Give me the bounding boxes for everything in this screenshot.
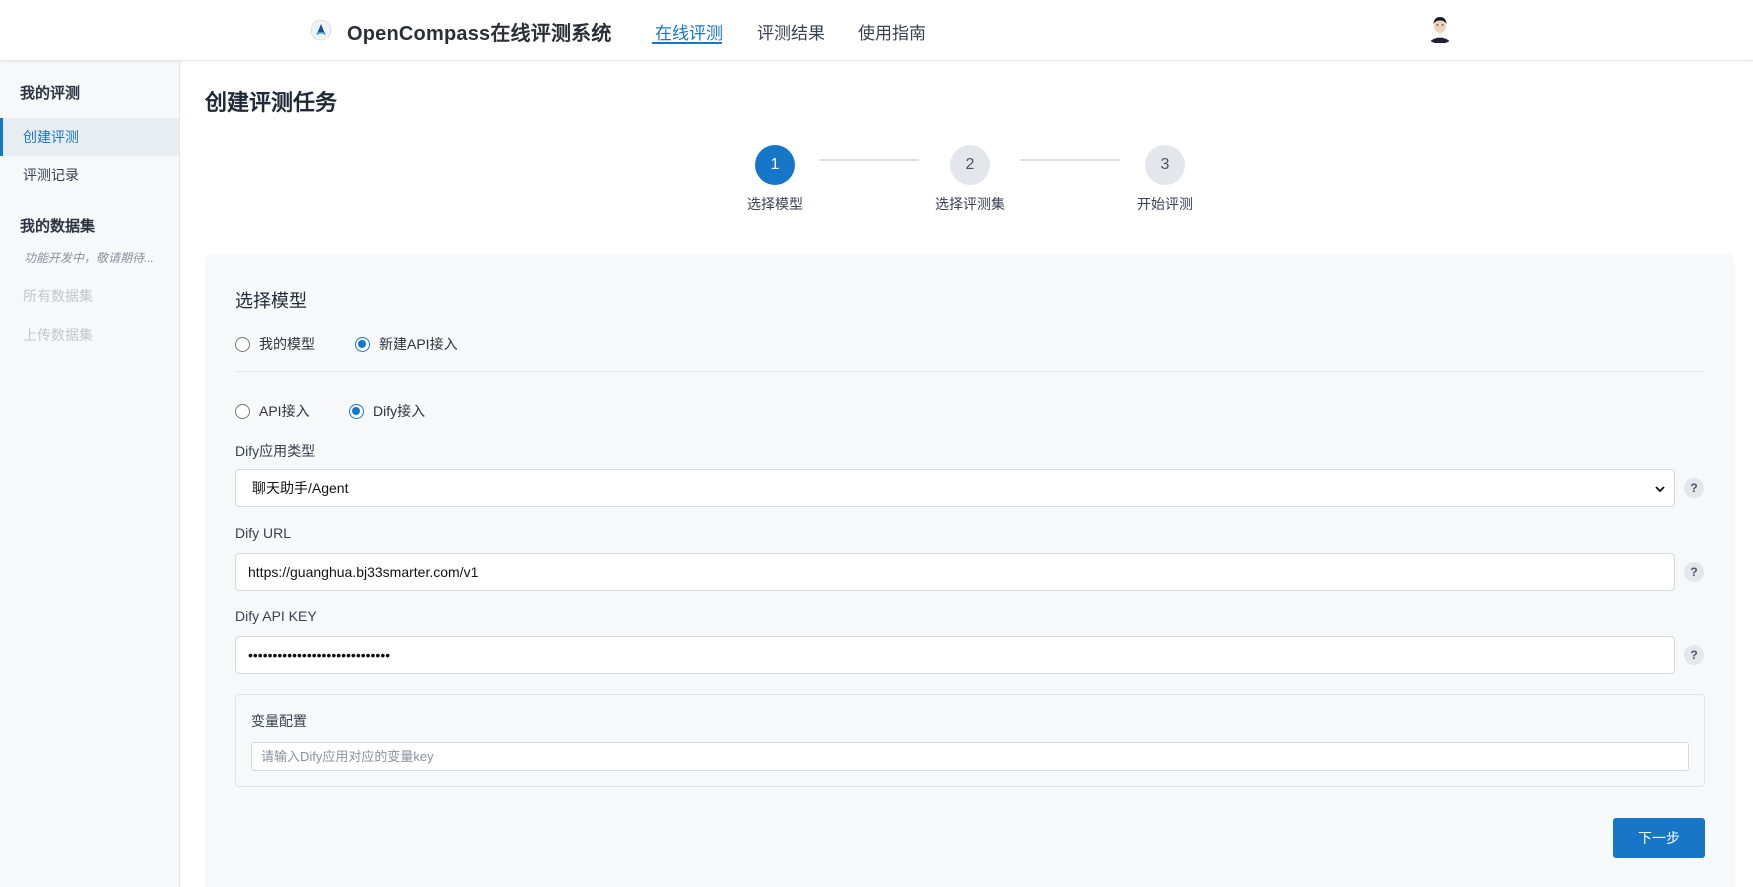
step-connector <box>1020 159 1120 161</box>
radio-button[interactable] <box>235 336 250 352</box>
step-3-label: 开始评测 <box>1137 196 1193 212</box>
dify-url-value: https://guanghua.bj33smarter.com/v1 <box>248 564 479 580</box>
nav-active-underline <box>652 42 722 44</box>
user-avatar-icon[interactable] <box>1424 12 1456 44</box>
sidebar-dev-note: 功能开发中，敬请期待... <box>24 251 155 265</box>
dify-key-input[interactable]: ••••••••••••••••••••••••••••• <box>235 636 1675 674</box>
nav-user-guide[interactable]: 使用指南 <box>858 19 926 44</box>
radio-api-access[interactable]: API接入 <box>235 401 310 421</box>
radio-button[interactable] <box>235 403 250 419</box>
dify-url-input[interactable]: https://guanghua.bj33smarter.com/v1 <box>235 553 1675 591</box>
radio-dify-access[interactable]: Dify接入 <box>349 401 425 421</box>
nav-eval-results[interactable]: 评测结果 <box>757 19 825 44</box>
card-title: 选择模型 <box>235 291 307 311</box>
radio-label: Dify接入 <box>373 403 426 419</box>
step-connector <box>819 159 919 161</box>
step-2-circle: 2 <box>950 145 990 185</box>
dify-type-label: Dify应用类型 <box>235 443 316 459</box>
help-icon[interactable]: ? <box>1684 562 1704 582</box>
sidebar: 我的评测 创建评测 评测记录 我的数据集 功能开发中，敬请期待... 所有数据集… <box>0 61 180 887</box>
step-2-label: 选择评测集 <box>935 196 1005 212</box>
sidebar-section-my-evals: 我的评测 <box>20 85 81 102</box>
dify-url-label: Dify URL <box>235 525 292 541</box>
sidebar-item-all-datasets: 所有数据集 <box>23 288 93 304</box>
sidebar-item-upload-dataset: 上传数据集 <box>23 327 93 343</box>
page-title: 创建评测任务 <box>205 90 338 115</box>
help-icon[interactable]: ? <box>1684 645 1704 665</box>
variable-config-title: 变量配置 <box>251 713 307 729</box>
radio-label: API接入 <box>259 403 310 419</box>
dify-type-value: 聊天助手/Agent <box>252 480 349 496</box>
chevron-down-icon <box>1655 486 1665 493</box>
variable-key-input[interactable]: 请输入Dify应用对应的变量key <box>251 742 1689 771</box>
sidebar-item-create-eval[interactable]: 创建评测 <box>0 118 179 156</box>
help-icon[interactable]: ? <box>1684 478 1704 498</box>
sidebar-section-my-datasets: 我的数据集 <box>20 218 96 235</box>
next-step-button[interactable]: 下一步 <box>1613 818 1705 858</box>
step-1-label: 选择模型 <box>747 196 803 212</box>
step-3-circle: 3 <box>1145 145 1185 185</box>
step-1-circle: 1 <box>755 145 795 185</box>
nav-online-eval[interactable]: 在线评测 <box>655 19 723 44</box>
variable-config-box <box>235 694 1705 787</box>
radio-new-api[interactable]: 新建API接入 <box>355 334 458 354</box>
radio-button-checked[interactable] <box>349 403 364 419</box>
top-header: OpenCompass在线评测系统 在线评测 评测结果 使用指南 <box>0 0 1753 61</box>
dify-key-label: Dify API KEY <box>235 608 317 624</box>
radio-button-checked[interactable] <box>355 336 370 352</box>
app-title[interactable]: OpenCompass在线评测系统 <box>347 17 612 46</box>
dify-key-value: ••••••••••••••••••••••••••••• <box>248 647 391 663</box>
radio-label: 我的模型 <box>259 336 315 352</box>
compass-logo-icon[interactable] <box>310 19 332 41</box>
sidebar-item-eval-records[interactable]: 评测记录 <box>0 156 179 194</box>
dify-type-select[interactable]: 聊天助手/Agent <box>235 469 1675 507</box>
divider <box>235 371 1705 372</box>
radio-my-model[interactable]: 我的模型 <box>235 334 315 354</box>
radio-label: 新建API接入 <box>379 336 458 352</box>
